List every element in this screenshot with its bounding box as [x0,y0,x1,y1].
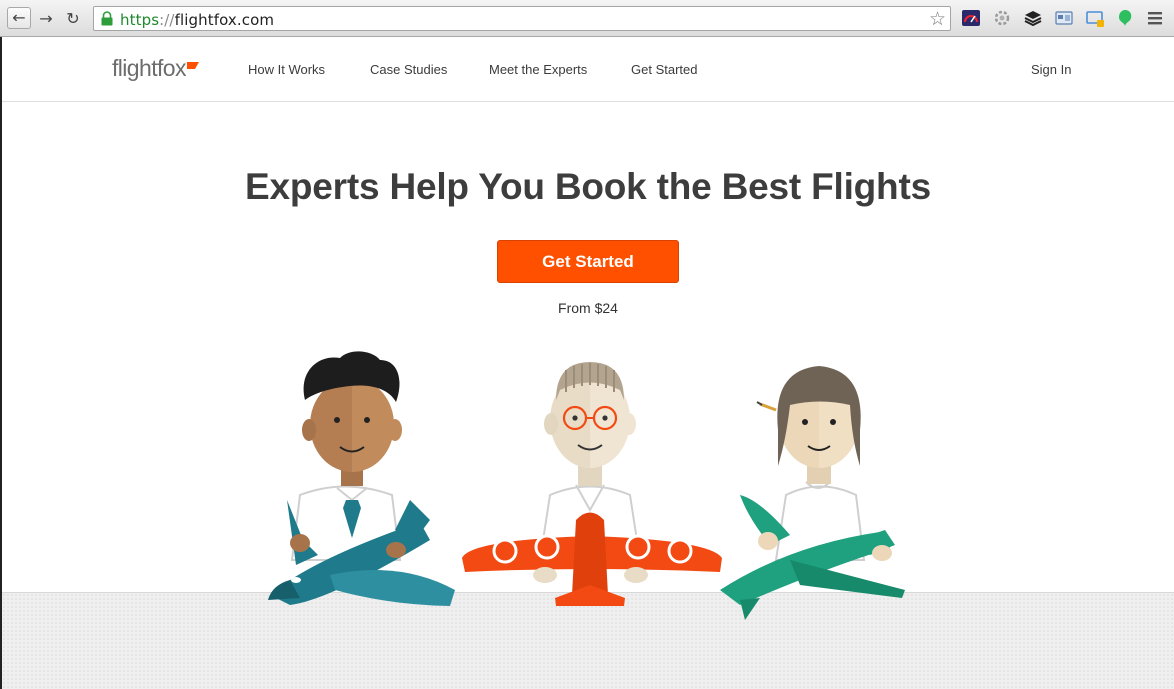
expert-left [268,351,455,606]
expert-middle [462,362,722,606]
expert-right [720,366,905,620]
experts-illustration [268,351,905,620]
